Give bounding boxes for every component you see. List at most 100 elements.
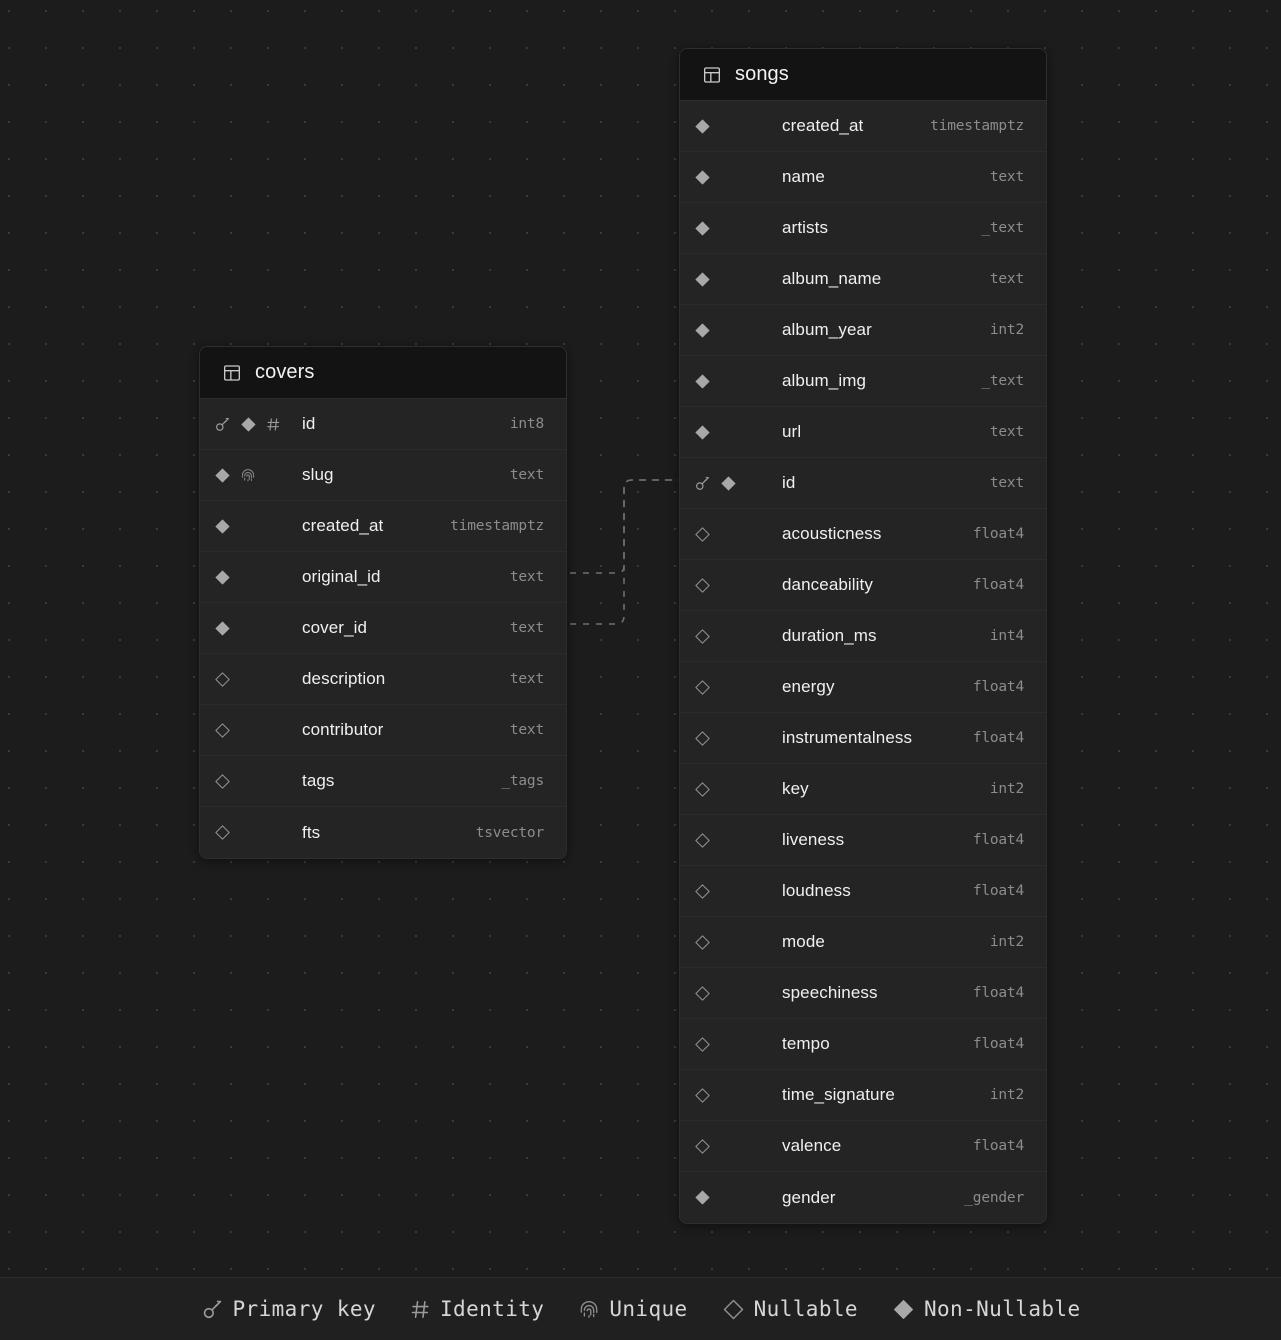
column-name: acousticness (782, 524, 882, 543)
table-header-songs[interactable]: songs (680, 49, 1046, 101)
non-nullable-icon (695, 373, 710, 389)
nullable-icon (695, 730, 710, 746)
column-row[interactable]: album_name text (680, 254, 1046, 305)
nullable-badge (214, 773, 231, 790)
column-row[interactable]: id text (680, 458, 1046, 509)
column-row[interactable]: created_at timestamptz (680, 101, 1046, 152)
non-nullable-icon (721, 475, 736, 491)
column-row[interactable]: acousticness float4 (680, 509, 1046, 560)
column-row[interactable]: created_at timestamptz (200, 501, 566, 552)
nullable-icon (695, 832, 710, 848)
relationship-edges (570, 479, 678, 625)
column-row[interactable]: valence float4 (680, 1121, 1046, 1172)
column-row[interactable]: mode int2 (680, 917, 1046, 968)
column-row[interactable]: url text (680, 407, 1046, 458)
non-nullable-icon (695, 271, 710, 287)
column-badges (694, 271, 782, 288)
column-type: text (509, 467, 544, 483)
column-badges (694, 1138, 782, 1155)
column-type: _text (981, 220, 1024, 236)
nullable-badge (694, 883, 711, 900)
column-name: mode (782, 932, 825, 951)
column-row[interactable]: contributor text (200, 705, 566, 756)
column-name: loudness (782, 881, 851, 900)
column-type: float4 (972, 679, 1024, 695)
column-row[interactable]: description text (200, 654, 566, 705)
primary-key-icon (216, 417, 229, 431)
non-nullable-badge (214, 467, 231, 484)
nullable-icon (695, 883, 710, 899)
edge-cover-id-to-songs-id (570, 479, 678, 625)
column-badges (694, 985, 782, 1002)
column-row[interactable]: tags _tags (200, 756, 566, 807)
legend-item-nullable: Nullable (722, 1297, 858, 1321)
schema-canvas[interactable]: covers id int8 slug text created_at timestampt… (0, 0, 1281, 1340)
column-name: speechiness (782, 983, 878, 1002)
nullable-icon (695, 1087, 710, 1103)
nullable-icon (695, 781, 710, 797)
nullable-badge (214, 722, 231, 739)
column-type: text (509, 569, 544, 585)
non-nullable-badge (694, 169, 711, 186)
column-row[interactable]: artists _text (680, 203, 1046, 254)
non-nullable-icon (893, 1299, 913, 1319)
column-row[interactable]: time_signature int2 (680, 1070, 1046, 1121)
non-nullable-badge (694, 322, 711, 339)
column-row[interactable]: liveness float4 (680, 815, 1046, 866)
nullable-badge (694, 679, 711, 696)
column-badges (214, 773, 302, 790)
column-row[interactable]: album_year int2 (680, 305, 1046, 356)
column-name: time_signature (782, 1085, 895, 1104)
nullable-badge (694, 1138, 711, 1155)
column-name: id (782, 473, 796, 492)
column-row[interactable]: tempo float4 (680, 1019, 1046, 1070)
nullable-icon (695, 526, 710, 542)
table-icon (224, 364, 241, 381)
nullable-icon (215, 773, 230, 789)
nullable-badge (694, 1036, 711, 1053)
non-nullable-badge (694, 271, 711, 288)
nullable-badge (694, 628, 711, 645)
column-name: key (782, 779, 809, 798)
column-name: artists (782, 218, 829, 237)
nullable-icon (695, 985, 710, 1001)
column-name: valence (782, 1136, 842, 1155)
column-type: float4 (972, 577, 1024, 593)
primary-key-badge (214, 416, 231, 433)
column-badges (694, 628, 782, 645)
table-node-covers[interactable]: covers id int8 slug text created_at timestampt… (199, 346, 567, 859)
primary-key-badge (694, 475, 711, 492)
column-row[interactable]: fts tsvector (200, 807, 566, 858)
nullable-icon (695, 679, 710, 695)
column-name: gender (782, 1187, 836, 1207)
column-type: float4 (972, 832, 1024, 848)
non-nullable-icon (215, 467, 230, 483)
column-name: name (782, 167, 825, 186)
column-badges (694, 934, 782, 951)
column-row[interactable]: album_img _text (680, 356, 1046, 407)
non-nullable-icon (215, 569, 230, 585)
column-row[interactable]: name text (680, 152, 1046, 203)
column-type: text (509, 620, 544, 636)
column-row[interactable]: gender _gender (680, 1172, 1046, 1223)
column-type: float4 (972, 1138, 1024, 1154)
column-badges (694, 832, 782, 849)
column-row[interactable]: energy float4 (680, 662, 1046, 713)
column-type: text (509, 671, 544, 687)
legend-label: Non-Nullable (923, 1297, 1081, 1321)
column-badges (694, 526, 782, 543)
column-row[interactable]: cover_id text (200, 603, 566, 654)
column-row[interactable]: instrumentalness float4 (680, 713, 1046, 764)
legend-label: Identity (439, 1297, 545, 1321)
edge-original-id-to-songs-id (570, 479, 678, 574)
column-row[interactable]: duration_ms int4 (680, 611, 1046, 662)
column-row[interactable]: speechiness float4 (680, 968, 1046, 1019)
column-row[interactable]: loudness float4 (680, 866, 1046, 917)
column-row[interactable]: original_id text (200, 552, 566, 603)
table-node-songs[interactable]: songs created_at timestamptz name text artist… (679, 48, 1047, 1224)
column-row[interactable]: id int8 (200, 399, 566, 450)
column-row[interactable]: danceability float4 (680, 560, 1046, 611)
column-row[interactable]: slug text (200, 450, 566, 501)
table-header-covers[interactable]: covers (200, 347, 566, 399)
column-row[interactable]: key int2 (680, 764, 1046, 815)
